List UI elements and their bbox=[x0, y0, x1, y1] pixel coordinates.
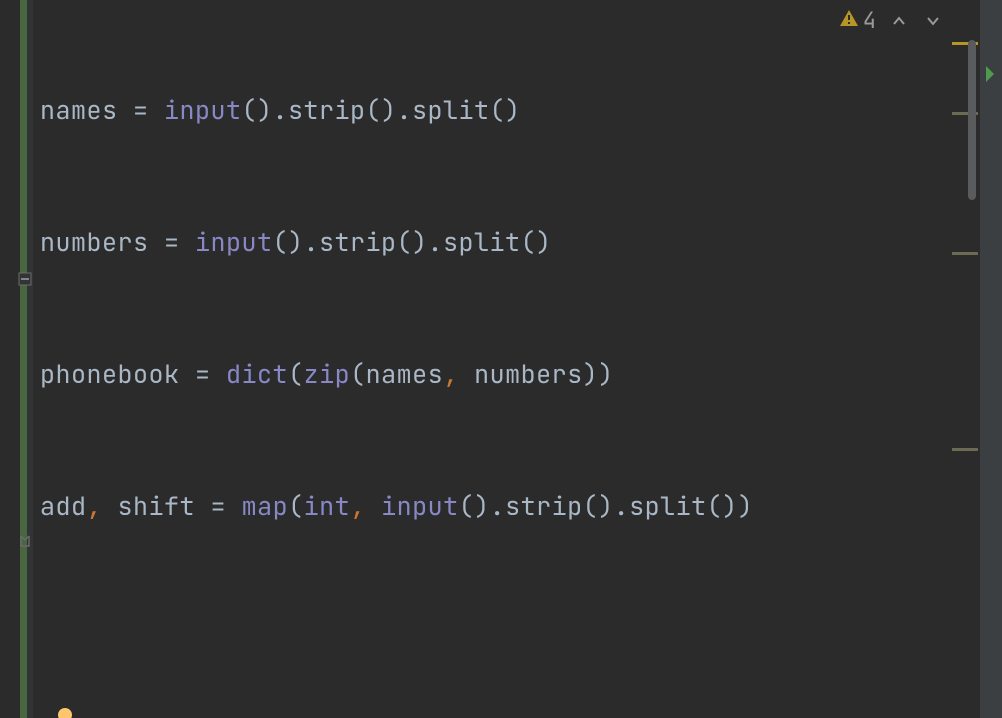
code-line[interactable]: names = input().strip().split() bbox=[40, 88, 1002, 132]
call-chain: ().strip().split() bbox=[242, 93, 521, 127]
tool-window-icon[interactable] bbox=[982, 64, 1002, 84]
builtin-call: input bbox=[164, 93, 242, 127]
paren: ( bbox=[288, 357, 304, 391]
code-line[interactable]: add, shift = map(int, input().strip().sp… bbox=[40, 484, 1002, 528]
comma: , bbox=[443, 357, 474, 391]
operator: = bbox=[211, 489, 242, 523]
builtin-call: zip bbox=[304, 357, 351, 391]
code-editor[interactable]: names = input().strip().split() numbers … bbox=[0, 0, 1002, 718]
identifier: names bbox=[40, 93, 133, 127]
gutter bbox=[0, 0, 20, 718]
comma: , bbox=[87, 489, 118, 523]
fold-end-icon bbox=[18, 534, 32, 548]
comma: , bbox=[350, 489, 381, 523]
caret-indicator-icon bbox=[58, 708, 72, 718]
paren: ( bbox=[288, 489, 304, 523]
builtin-call: dict bbox=[226, 357, 288, 391]
warning-badge[interactable]: 4 bbox=[839, 6, 876, 35]
prev-highlight-button[interactable] bbox=[888, 10, 910, 32]
next-highlight-button[interactable] bbox=[922, 10, 944, 32]
args: numbers)) bbox=[474, 357, 614, 391]
operator: = bbox=[195, 357, 226, 391]
builtin-call: input bbox=[195, 225, 273, 259]
operator: = bbox=[164, 225, 195, 259]
code-line[interactable]: phonebook = dict(zip(names, numbers)) bbox=[40, 352, 1002, 396]
identifier: phonebook bbox=[40, 357, 195, 391]
code-line[interactable]: numbers = input().strip().split() bbox=[40, 220, 1002, 264]
blank-line[interactable] bbox=[40, 616, 1002, 660]
inspection-widget[interactable]: 4 bbox=[839, 6, 944, 35]
identifier: numbers bbox=[40, 225, 164, 259]
operator: = bbox=[133, 93, 164, 127]
builtin-call: input bbox=[381, 489, 459, 523]
builtin-call: map bbox=[242, 489, 289, 523]
warning-icon bbox=[839, 6, 859, 35]
vertical-scrollbar[interactable] bbox=[958, 0, 978, 718]
warning-count: 4 bbox=[863, 6, 876, 35]
code-area[interactable]: names = input().strip().split() numbers … bbox=[20, 0, 1002, 718]
builtin-call: int bbox=[304, 489, 351, 523]
call-chain: ().strip().split()) bbox=[459, 489, 754, 523]
identifier: shift bbox=[118, 489, 211, 523]
scrollbar-thumb[interactable] bbox=[968, 40, 976, 200]
right-tool-strip bbox=[980, 0, 1002, 718]
identifier: add bbox=[40, 489, 87, 523]
call-chain: ().strip().split() bbox=[273, 225, 552, 259]
fold-toggle-icon[interactable] bbox=[18, 272, 32, 286]
args: (names bbox=[350, 357, 443, 391]
